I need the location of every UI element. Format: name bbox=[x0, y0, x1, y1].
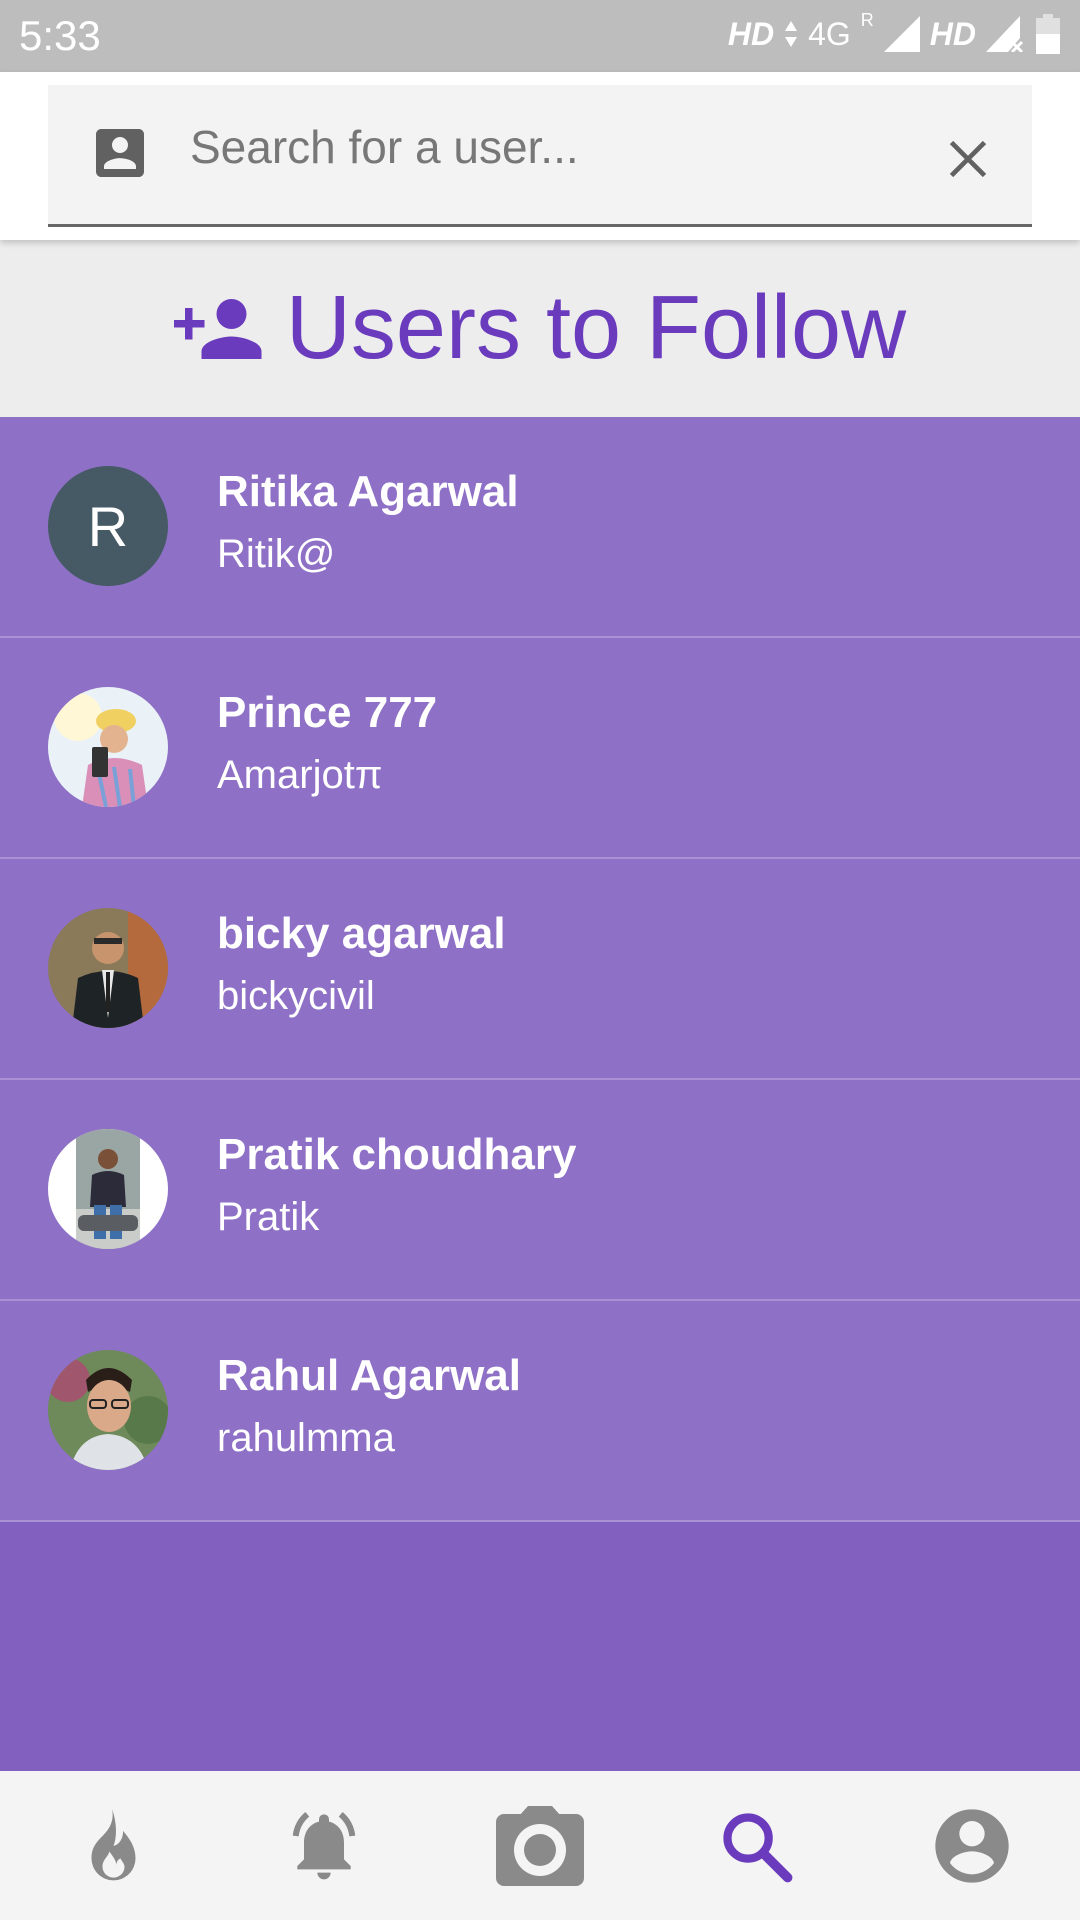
avatar-photo bbox=[48, 687, 168, 807]
person-add-icon bbox=[173, 298, 262, 359]
search-header bbox=[0, 72, 1080, 240]
avatar bbox=[48, 1129, 168, 1249]
user-name: Rahul Agarwal bbox=[217, 1351, 521, 1400]
list-item[interactable]: Prince 777 Amarjotπ bbox=[0, 638, 1080, 859]
network-type: 4G bbox=[808, 15, 851, 52]
section-header: Users to Follow bbox=[0, 240, 1080, 417]
nav-search[interactable] bbox=[696, 1786, 816, 1906]
nav-profile[interactable] bbox=[912, 1786, 1032, 1906]
roaming-indicator: R bbox=[860, 9, 874, 30]
hd-indicator: HD bbox=[727, 15, 775, 52]
bottom-nav bbox=[0, 1771, 1080, 1920]
avatar bbox=[48, 687, 168, 807]
camera-icon bbox=[496, 1805, 584, 1886]
user-name: Pratik choudhary bbox=[217, 1130, 577, 1179]
user-name: bicky agarwal bbox=[217, 909, 506, 958]
list-item[interactable]: bicky agarwal bickycivil bbox=[0, 859, 1080, 1080]
nav-notifications[interactable] bbox=[264, 1786, 384, 1906]
bell-icon bbox=[292, 1811, 356, 1879]
avatar: R bbox=[48, 466, 168, 586]
list-item[interactable]: R Ritika Agarwal Ritik@ bbox=[0, 417, 1080, 638]
avatar-photo bbox=[48, 908, 168, 1028]
list-item[interactable]: Rahul Agarwal rahulmma bbox=[0, 1301, 1080, 1522]
battery-icon bbox=[1036, 14, 1060, 54]
user-handle: rahulmma bbox=[217, 1416, 395, 1460]
data-arrows-icon bbox=[785, 21, 798, 47]
user-name: Ritika Agarwal bbox=[217, 467, 519, 516]
user-handle: bickycivil bbox=[217, 974, 375, 1018]
avatar-photo bbox=[48, 1350, 168, 1470]
status-bar: 5:33 HD 4G R HD bbox=[0, 0, 1080, 72]
signal-no-sim-icon bbox=[986, 16, 1024, 52]
avatar bbox=[48, 1350, 168, 1470]
user-handle: Amarjotπ bbox=[217, 753, 383, 797]
search-input[interactable] bbox=[190, 115, 810, 179]
account-circle-icon bbox=[935, 1808, 1009, 1883]
nav-trending[interactable] bbox=[48, 1786, 168, 1906]
avatar-photo bbox=[48, 1129, 168, 1249]
avatar bbox=[48, 908, 168, 1028]
flame-icon bbox=[91, 1808, 136, 1880]
avatar-letter: R bbox=[87, 494, 129, 558]
user-handle: Ritik@ bbox=[217, 532, 336, 576]
close-icon[interactable] bbox=[946, 137, 990, 181]
section-title: Users to Follow bbox=[285, 278, 907, 378]
search-box[interactable] bbox=[48, 85, 1032, 227]
list-item[interactable]: Pratik choudhary Pratik bbox=[0, 1080, 1080, 1301]
nav-camera[interactable] bbox=[480, 1786, 600, 1906]
user-handle: Pratik bbox=[217, 1195, 320, 1239]
user-name: Prince 777 bbox=[217, 688, 438, 737]
hd-indicator-2: HD bbox=[929, 15, 976, 52]
status-time: 5:33 bbox=[19, 12, 101, 59]
status-icons: HD 4G R HD bbox=[727, 10, 1060, 54]
search-icon bbox=[723, 1812, 793, 1882]
account-box-icon bbox=[96, 129, 144, 177]
user-list: R Ritika Agarwal Ritik@ Prince 777 Amarj… bbox=[0, 417, 1080, 1522]
signal-icon bbox=[883, 16, 920, 52]
